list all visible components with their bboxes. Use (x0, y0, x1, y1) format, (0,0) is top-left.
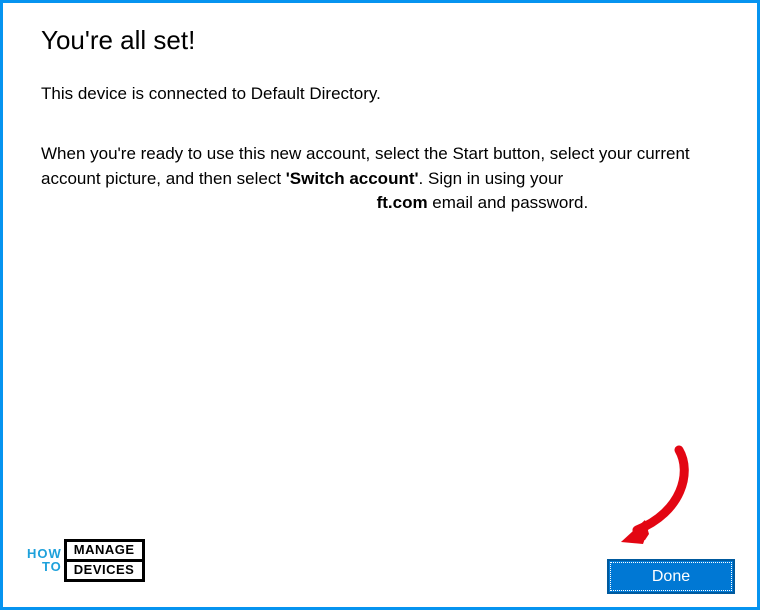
instruction-text: When you're ready to use this new accoun… (41, 142, 719, 191)
arrow-annotation-icon (607, 442, 697, 552)
done-button[interactable]: Done (607, 559, 735, 594)
instruction-suffix: email and password. (428, 193, 589, 212)
brand-logo: HOW TO MANAGE DEVICES (27, 539, 145, 582)
logo-right-boxes: MANAGE DEVICES (64, 539, 145, 582)
connection-status-text: This device is connected to Default Dire… (41, 84, 719, 104)
logo-left-text: HOW TO (27, 548, 62, 573)
page-title: You're all set! (41, 25, 719, 56)
instruction-bold: 'Switch account' (286, 169, 419, 188)
instruction-middle: . Sign in using your (419, 169, 564, 188)
instruction-email-line: xxxxxx @xxxxxxxxxxxxxxxxx755 xxxxxxxxxxf… (41, 191, 719, 216)
email-suffix: ft.com (377, 193, 428, 212)
